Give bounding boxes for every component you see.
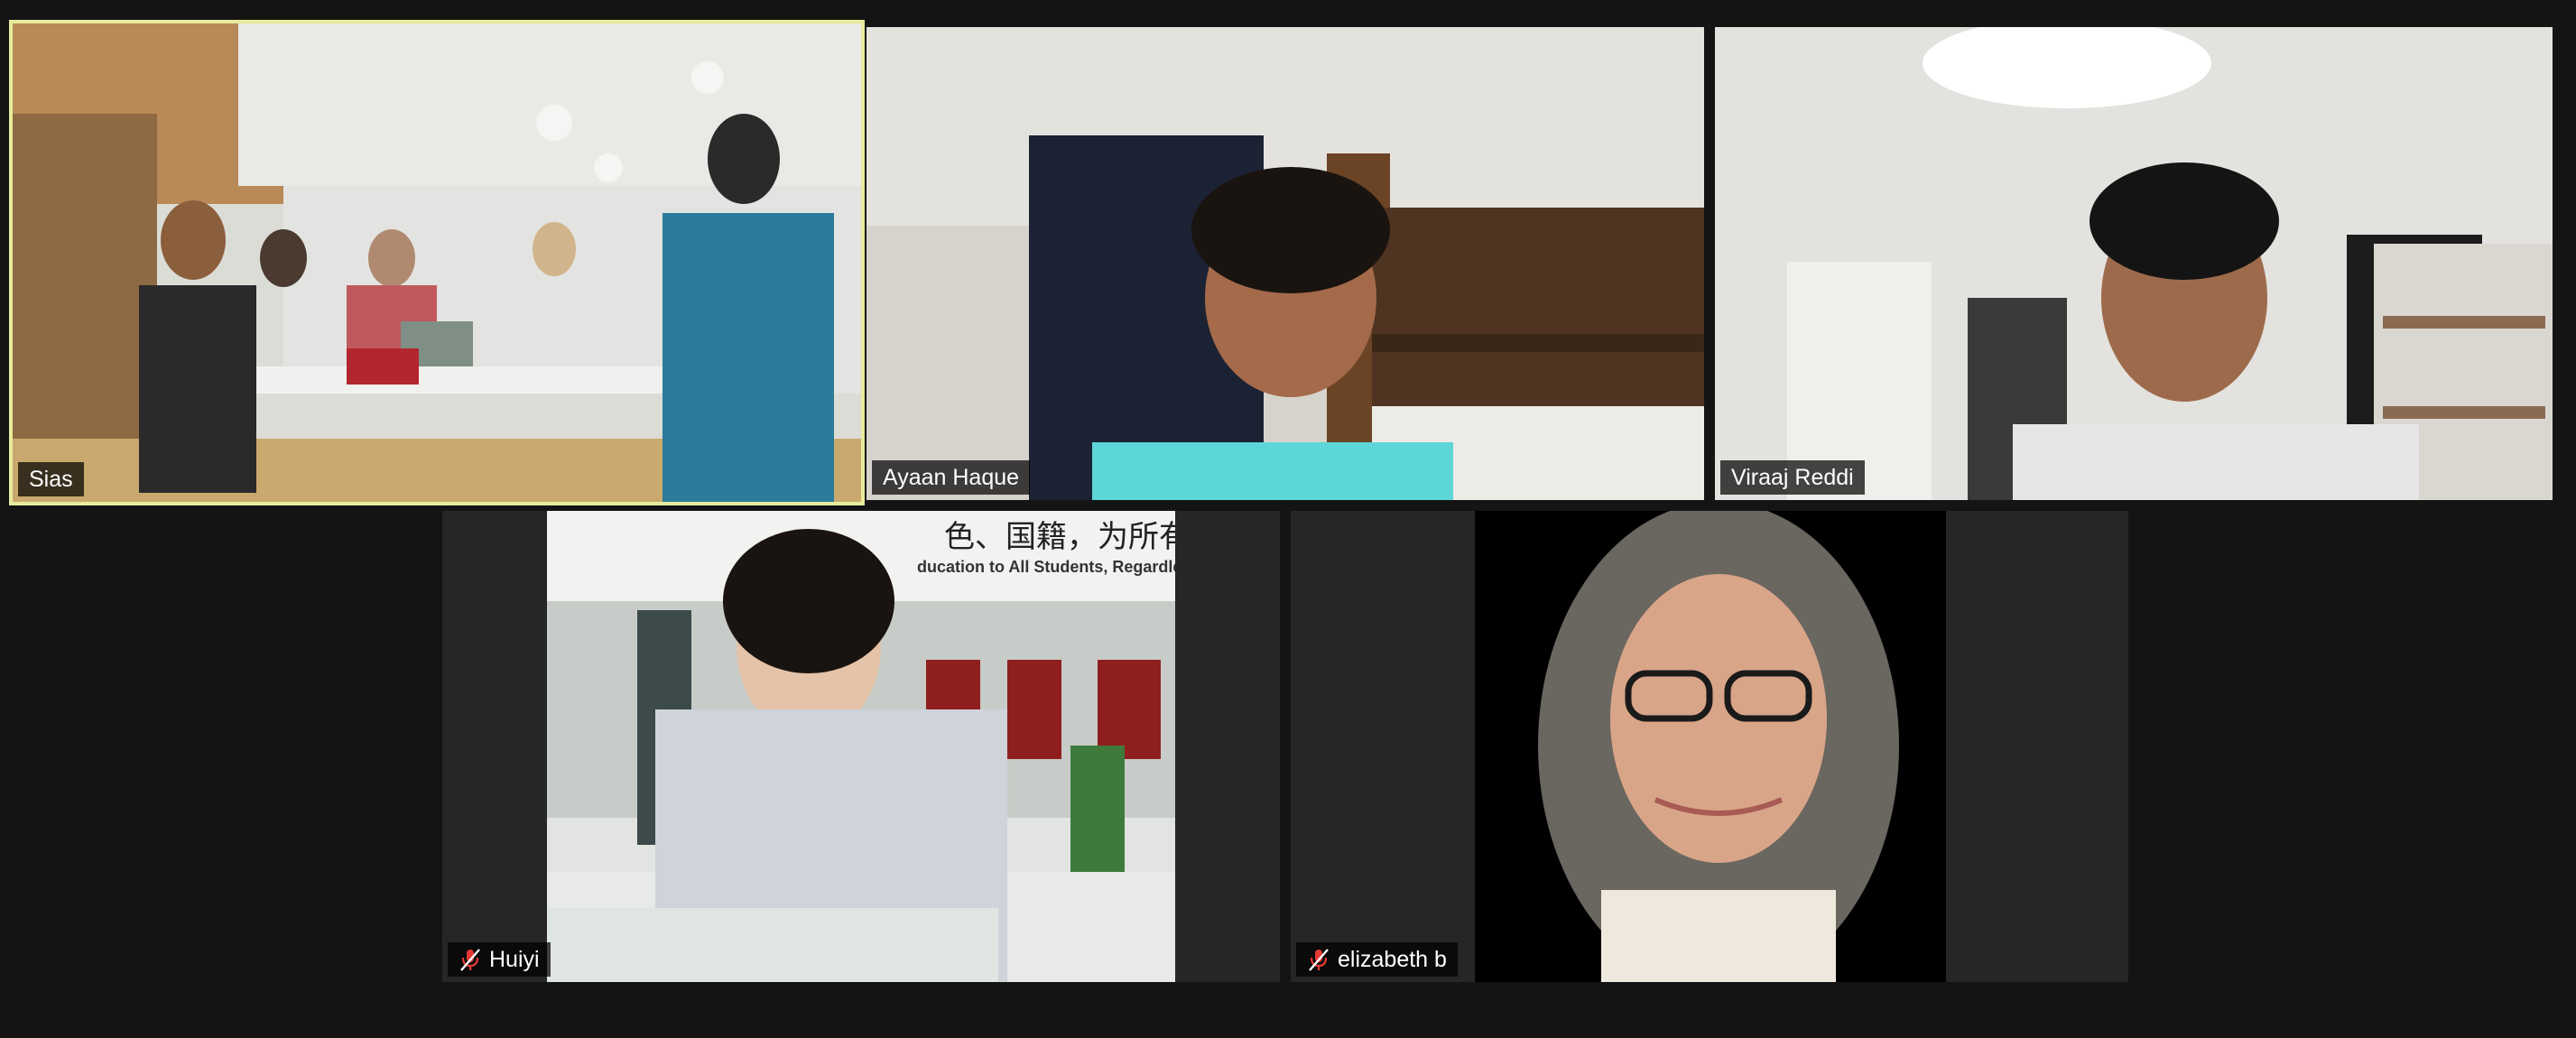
participant-name-tag: Huiyi: [448, 942, 551, 977]
participant-name: Viraaj Reddi: [1731, 465, 1854, 490]
video-tile-huiyi[interactable]: 色、国籍，为所有受教育者 ducation to All Students, R…: [442, 511, 1280, 982]
video-feed-sias: [13, 23, 861, 502]
microphone-muted-icon: [1307, 947, 1330, 972]
background-banner-en: ducation to All Students, Regardless: [917, 558, 1175, 576]
background-banner-cn: 色、国籍，为所有受教育者: [944, 519, 1175, 555]
participant-name-tag: Viraaj Reddi: [1720, 460, 1865, 495]
video-tile-elizabeth-b[interactable]: elizabeth b: [1291, 511, 2128, 982]
video-feed-ayaan-haque: [866, 27, 1704, 500]
participant-name: Ayaan Haque: [883, 465, 1020, 490]
video-tile-viraaj-reddi[interactable]: Viraaj Reddi: [1715, 27, 2553, 500]
video-tile-sias[interactable]: Sias: [9, 20, 865, 505]
participant-name-tag: Ayaan Haque: [872, 460, 1031, 495]
participant-name: elizabeth b: [1338, 947, 1447, 972]
participant-name: Sias: [29, 467, 73, 492]
microphone-muted-icon: [459, 947, 482, 972]
video-feed-elizabeth-b: [1475, 511, 1946, 982]
video-feed-viraaj-reddi: [1715, 27, 2553, 500]
participant-name-tag: Sias: [18, 462, 84, 496]
participant-name: Huiyi: [489, 947, 540, 972]
video-feed-huiyi: 色、国籍，为所有受教育者 ducation to All Students, R…: [547, 511, 1175, 982]
video-tile-ayaan-haque[interactable]: Ayaan Haque: [866, 27, 1704, 500]
participant-name-tag: elizabeth b: [1296, 942, 1458, 977]
gallery-view: Sias Ayaan Haque Viraaj Reddi 色、国籍，为所有 d…: [0, 0, 2576, 1038]
